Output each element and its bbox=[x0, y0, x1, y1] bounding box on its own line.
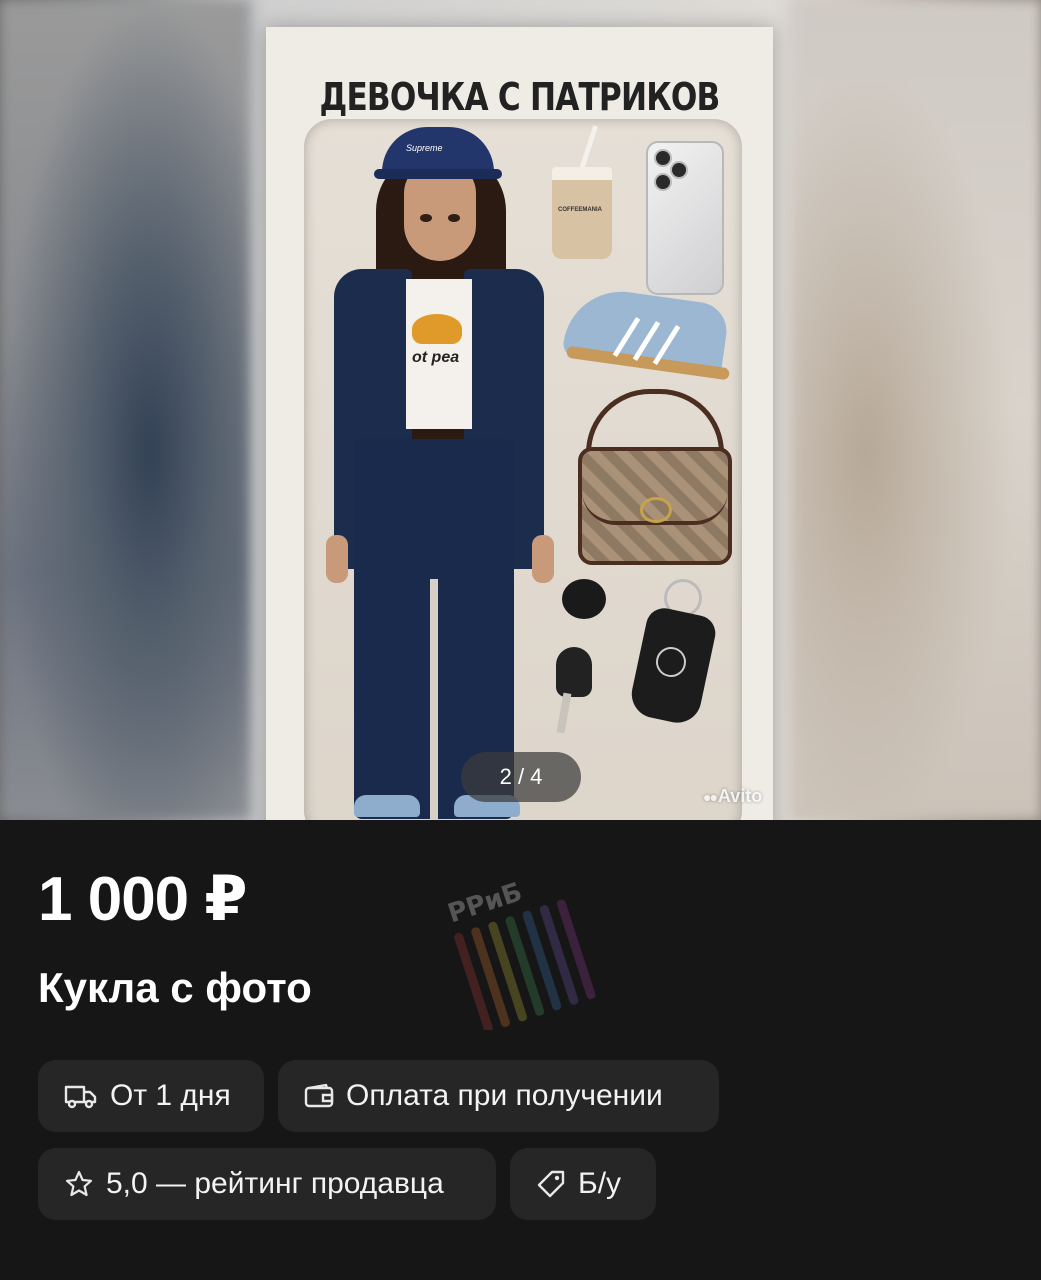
cap-logo-text: Supreme bbox=[406, 143, 443, 153]
gallery-blur-right bbox=[791, 0, 1041, 820]
product-photo: ДЕВОЧКА С ПАТРИКОВ ot pea Supreme COFFEE… bbox=[266, 27, 773, 820]
chip-payment-label: Оплата при получении bbox=[346, 1079, 663, 1112]
avito-watermark: ●● Avito bbox=[703, 786, 763, 806]
chip-condition[interactable]: Б/у bbox=[510, 1148, 656, 1220]
chip-condition-label: Б/у bbox=[578, 1167, 622, 1200]
coffee-cup bbox=[552, 167, 612, 259]
chip-rating[interactable]: 5,0 — рейтинг продавца bbox=[38, 1148, 496, 1220]
chip-delivery[interactable]: От 1 дня bbox=[38, 1060, 264, 1132]
tag-icon bbox=[537, 1170, 565, 1198]
gallery-blur-left bbox=[0, 0, 250, 820]
key-fob bbox=[562, 579, 606, 619]
doll-figure: ot pea Supreme bbox=[314, 119, 574, 820]
wallet-icon bbox=[304, 1083, 334, 1108]
truck-icon bbox=[64, 1085, 97, 1109]
phone bbox=[646, 141, 724, 295]
cup-label: COFFEEMANIA bbox=[558, 207, 602, 213]
photo-gallery[interactable]: ДЕВОЧКА С ПАТРИКОВ ot pea Supreme COFFEE… bbox=[0, 0, 1041, 820]
shirt-print-text: ot pea bbox=[412, 349, 460, 366]
chip-payment[interactable]: Оплата при получении bbox=[278, 1060, 719, 1132]
chip-delivery-label: От 1 дня bbox=[110, 1079, 231, 1112]
photo-counter: 2 / 4 bbox=[461, 752, 581, 802]
star-icon bbox=[65, 1170, 93, 1197]
chip-rating-label: 5,0 — рейтинг продавца bbox=[106, 1167, 444, 1200]
box-title: ДЕВОЧКА С ПАТРИКОВ bbox=[319, 75, 721, 119]
listing-title: Кукла с фото bbox=[38, 964, 312, 1011]
rrib-logo: РРиБ bbox=[448, 877, 596, 1030]
box-window: ot pea Supreme COFFEEMANIA bbox=[304, 119, 742, 820]
price: 1 000 ₽ bbox=[38, 865, 248, 934]
